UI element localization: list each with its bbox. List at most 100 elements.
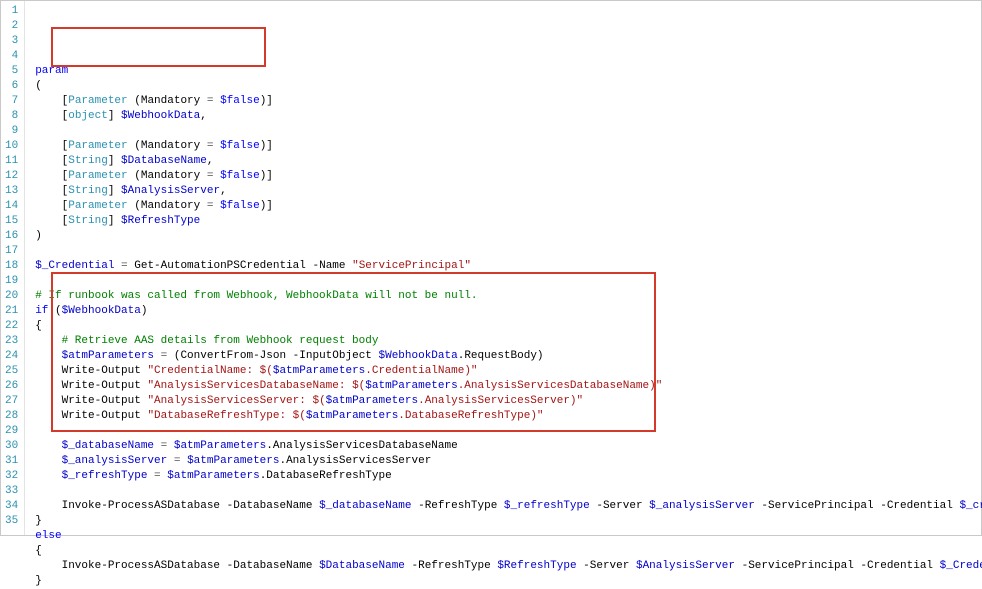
code-token: [: [35, 200, 68, 212]
code-token: Parameter: [68, 200, 127, 212]
code-line[interactable]: [Parameter (Mandatory = $false)]: [35, 199, 982, 214]
code-token: [: [35, 170, 68, 182]
code-token: ): [141, 305, 148, 317]
code-line[interactable]: Write-Output "AnalysisServicesDatabaseNa…: [35, 379, 982, 394]
code-token: object: [68, 110, 108, 122]
code-token: $atmParameters: [306, 410, 398, 422]
line-number: 8: [5, 109, 18, 124]
code-token: "CredentialName: $(: [147, 365, 272, 377]
code-line[interactable]: {: [35, 319, 982, 334]
code-area[interactable]: param( [Parameter (Mandatory = $false)] …: [25, 1, 982, 535]
code-token: .CredentialName: [365, 365, 464, 377]
code-line[interactable]: [String] $DatabaseName,: [35, 154, 982, 169]
code-line[interactable]: [object] $WebhookData,: [35, 109, 982, 124]
code-token: )]: [260, 95, 273, 107]
code-token: )": [530, 410, 543, 422]
code-line[interactable]: Invoke-ProcessASDatabase -DatabaseName $…: [35, 559, 982, 574]
code-line[interactable]: [35, 424, 982, 439]
code-token: $WebhookData: [62, 305, 141, 317]
code-token: ]: [108, 155, 121, 167]
code-line[interactable]: $_databaseName = $atmParameters.Analysis…: [35, 439, 982, 454]
code-line[interactable]: Write-Output "AnalysisServicesServer: $(…: [35, 394, 982, 409]
code-token: $false: [220, 170, 260, 182]
code-token: [: [35, 215, 68, 227]
code-token: =: [154, 470, 161, 482]
code-line[interactable]: ): [35, 229, 982, 244]
code-token: [: [35, 95, 68, 107]
code-token: # Retrieve AAS details from Webhook requ…: [62, 335, 379, 347]
code-line[interactable]: [String] $AnalysisServer,: [35, 184, 982, 199]
line-number: 30: [5, 439, 18, 454]
code-line[interactable]: $_refreshType = $atmParameters.DatabaseR…: [35, 469, 982, 484]
code-token: [167, 455, 174, 467]
code-token: (: [167, 350, 180, 362]
code-token: -ServicePrincipal -Credential: [735, 560, 940, 572]
code-token: "AnalysisServicesServer: $(: [147, 395, 325, 407]
code-line[interactable]: $_analysisServer = $atmParameters.Analys…: [35, 454, 982, 469]
code-line[interactable]: [Parameter (Mandatory = $false)]: [35, 94, 982, 109]
code-token: if: [35, 305, 48, 317]
code-line[interactable]: # Retrieve AAS details from Webhook requ…: [35, 334, 982, 349]
code-token: [154, 350, 161, 362]
code-line[interactable]: else: [35, 529, 982, 544]
code-line[interactable]: [Parameter (Mandatory = $false)]: [35, 139, 982, 154]
code-token: Write-Output: [62, 395, 141, 407]
line-number: 22: [5, 319, 18, 334]
code-line[interactable]: [Parameter (Mandatory = $false)]: [35, 169, 982, 184]
code-token: -DatabaseName: [220, 500, 319, 512]
code-token: ,: [220, 185, 227, 197]
code-token: $atmParameters: [62, 350, 154, 362]
code-token: Invoke-ProcessASDatabase: [62, 560, 220, 572]
code-token: $atmParameters: [273, 365, 365, 377]
code-token: )]: [260, 170, 273, 182]
code-line[interactable]: [35, 484, 982, 499]
code-line[interactable]: param: [35, 64, 982, 79]
code-line[interactable]: Write-Output "CredentialName: $($atmPara…: [35, 364, 982, 379]
code-token: [35, 395, 61, 407]
code-token: -RefreshType: [405, 560, 497, 572]
code-token: $_databaseName: [319, 500, 411, 512]
code-token: -ServicePrincipal -Credential: [755, 500, 960, 512]
code-line[interactable]: [35, 244, 982, 259]
line-number: 7: [5, 94, 18, 109]
code-line[interactable]: $_Credential = Get-AutomationPSCredentia…: [35, 259, 982, 274]
code-line[interactable]: [35, 274, 982, 289]
code-token: Parameter: [68, 95, 127, 107]
code-token: [35, 365, 61, 377]
code-line[interactable]: Invoke-ProcessASDatabase -DatabaseName $…: [35, 499, 982, 514]
line-number: 29: [5, 424, 18, 439]
line-number: 12: [5, 169, 18, 184]
code-token: Write-Output: [62, 410, 141, 422]
code-token: String: [68, 215, 108, 227]
line-number: 25: [5, 364, 18, 379]
code-token: Invoke-ProcessASDatabase: [62, 500, 220, 512]
code-line[interactable]: Write-Output "DatabaseRefreshType: $($at…: [35, 409, 982, 424]
code-token: $false: [220, 95, 260, 107]
code-token: $_Credential: [940, 560, 982, 572]
line-number: 13: [5, 184, 18, 199]
code-token: [: [35, 110, 68, 122]
code-line[interactable]: if ($WebhookData): [35, 304, 982, 319]
line-number: 17: [5, 244, 18, 259]
line-number: 33: [5, 484, 18, 499]
line-number: 1: [5, 4, 18, 19]
line-number: 2: [5, 19, 18, 34]
code-token: [: [35, 155, 68, 167]
code-line[interactable]: [String] $RefreshType: [35, 214, 982, 229]
line-number: 31: [5, 454, 18, 469]
code-line[interactable]: $atmParameters = (ConvertFrom-Json -Inpu…: [35, 349, 982, 364]
line-number: 10: [5, 139, 18, 154]
line-number: 4: [5, 49, 18, 64]
code-token: [35, 410, 61, 422]
line-number: 23: [5, 334, 18, 349]
code-line[interactable]: # If runbook was called from Webhook, We…: [35, 289, 982, 304]
code-line[interactable]: }: [35, 574, 982, 589]
code-token: $atmParameters: [326, 395, 418, 407]
code-token: $WebhookData: [379, 350, 458, 362]
code-line[interactable]: (: [35, 79, 982, 94]
code-line[interactable]: {: [35, 544, 982, 559]
line-number: 18: [5, 259, 18, 274]
code-line[interactable]: [35, 124, 982, 139]
code-line[interactable]: }: [35, 514, 982, 529]
code-token: $false: [220, 200, 260, 212]
